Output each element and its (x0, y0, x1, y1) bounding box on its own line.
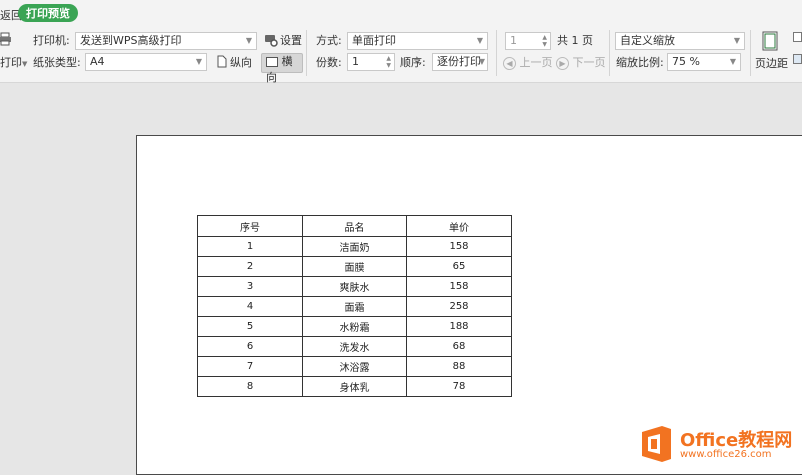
print-mode-select[interactable]: 单面打印 ▼ (347, 32, 488, 50)
table-cell: 8 (197, 376, 303, 397)
table-row: 8 身体乳 78 (197, 376, 512, 397)
table-cell: 洁面奶 (302, 236, 407, 257)
copies-stepper[interactable]: 1 ▲ ▼ (347, 53, 395, 71)
chevron-down-icon: ▼ (733, 36, 740, 45)
paper-type-value: A4 (90, 55, 105, 68)
chevron-down-icon: ▼ (476, 36, 483, 45)
table-row: 6 洗发水 68 (197, 336, 512, 357)
table-cell: 爽肤水 (302, 276, 407, 297)
print-button-label: 打印 (0, 56, 22, 69)
order-label: 顺序: (400, 56, 426, 69)
table-header-row: 序号 品名 单价 (197, 215, 512, 237)
landscape-button[interactable]: 横向 (261, 53, 303, 84)
zoom-ratio-select[interactable]: 75 % ▼ (667, 53, 741, 71)
prev-page-button[interactable]: ◀ 上一页 (503, 56, 553, 70)
column-header-index: 序号 (197, 215, 303, 237)
group-divider (306, 30, 307, 76)
table-row: 2 面膜 65 (197, 256, 512, 277)
tab-print-preview[interactable]: 打印预览 (18, 4, 78, 22)
page-number-value: 1 (510, 34, 517, 47)
table-cell: 158 (406, 276, 512, 297)
next-page-label: 下一页 (572, 56, 606, 69)
table-row: 1 洁面奶 158 (197, 236, 512, 257)
portrait-button[interactable]: 纵向 (230, 56, 252, 70)
paper-type-label: 纸张类型: (33, 56, 81, 69)
table-cell: 5 (197, 316, 303, 337)
ribbon-toolbar: 打印▼ 打印机: 发送到WPS高级打印 ▼ 设置 纸张类型: A4 ▼ 纵向 横… (0, 26, 802, 84)
table-cell: 188 (406, 316, 512, 337)
total-pages-label: 共 1 页 (557, 34, 593, 47)
spinner-arrows-icon: ▲ ▼ (386, 55, 391, 69)
preview-table: 序号 品名 单价 1 洁面奶 158 2 面膜 65 3 爽肤水 158 4 面霜 258 5水… (197, 215, 512, 397)
chevron-down-icon: ▼ (478, 57, 485, 66)
zoom-mode-select[interactable]: 自定义缩放 ▼ (615, 32, 745, 50)
table-cell: 1 (197, 236, 303, 257)
table-cell: 3 (197, 276, 303, 297)
page-number-input[interactable]: 1 ▲ ▼ (505, 32, 551, 50)
group-divider (609, 30, 610, 76)
table-cell: 6 (197, 336, 303, 357)
preview-page: 序号 品名 单价 1 洁面奶 158 2 面膜 65 3 爽肤水 158 4 面霜 258 5水… (136, 135, 802, 475)
arrow-left-icon: ◀ (503, 57, 516, 70)
table-cell: 面膜 (302, 256, 407, 277)
print-mode-value: 单面打印 (352, 34, 396, 47)
chevron-down-icon: ▼ (22, 60, 28, 68)
spinner-arrows-icon: ▲ ▼ (542, 34, 547, 48)
zoom-ratio-value: 75 % (672, 55, 700, 68)
table-cell: 7 (197, 356, 303, 377)
column-header-product: 品名 (302, 215, 407, 237)
table-row: 5 水粉霜 188 (197, 316, 512, 337)
print-order-value: 逐份打印 (437, 55, 481, 68)
table-row: 7 沐浴露 88 (197, 356, 512, 377)
zoom-mode-value: 自定义缩放 (620, 34, 675, 47)
group-divider (750, 30, 751, 76)
table-row: 4 面霜 258 (197, 296, 512, 317)
table-cell: 65 (406, 256, 512, 277)
portrait-icon (217, 55, 227, 68)
zoom-ratio-label: 缩放比例: (616, 56, 664, 69)
column-header-price: 单价 (406, 215, 512, 237)
next-page-button[interactable]: ▶ 下一页 (556, 56, 606, 70)
table-cell: 2 (197, 256, 303, 277)
chevron-down-icon: ▼ (195, 57, 202, 66)
settings-icon[interactable] (264, 33, 278, 47)
table-cell: 洗发水 (302, 336, 407, 357)
copies-value: 1 (352, 55, 359, 68)
copies-label: 份数: (316, 56, 342, 69)
prev-page-label: 上一页 (519, 56, 553, 69)
printer-select-value: 发送到WPS高级打印 (80, 34, 182, 47)
table-row: 3 爽肤水 158 (197, 276, 512, 297)
chevron-down-icon: ▼ (729, 57, 736, 66)
print-button[interactable]: 打印▼ (0, 56, 27, 71)
table-cell: 沐浴露 (302, 356, 407, 377)
printer-label: 打印机: (33, 34, 70, 47)
chevron-down-icon: ▼ (245, 36, 252, 45)
page-setup-icon[interactable] (793, 32, 802, 42)
printer-select[interactable]: 发送到WPS高级打印 ▼ (75, 32, 257, 50)
margins-button[interactable]: 页边距 (755, 57, 788, 71)
table-cell: 4 (197, 296, 303, 317)
arrow-right-icon: ▶ (556, 57, 569, 70)
group-divider (496, 30, 497, 76)
watermark-url: www.office26.com (680, 449, 772, 460)
paper-type-select[interactable]: A4 ▼ (85, 53, 207, 71)
mode-label: 方式: (316, 34, 342, 47)
table-cell: 面霜 (302, 296, 407, 317)
landscape-icon (266, 57, 278, 67)
margins-icon[interactable] (762, 31, 778, 51)
header-footer-icon[interactable] (793, 54, 802, 64)
table-cell: 身体乳 (302, 376, 407, 397)
table-cell: 78 (406, 376, 512, 397)
table-cell: 68 (406, 336, 512, 357)
print-order-select[interactable]: 逐份打印 ▼ (432, 53, 488, 71)
table-cell: 88 (406, 356, 512, 377)
watermark: Office教程网 www.office26.com (638, 425, 802, 465)
settings-button[interactable]: 设置 (280, 34, 302, 48)
office-logo-icon (638, 425, 674, 463)
top-bar: 返回 打印预览 (0, 0, 802, 26)
printer-icon[interactable] (0, 32, 12, 46)
table-cell: 水粉霜 (302, 316, 407, 337)
table-cell: 258 (406, 296, 512, 317)
table-cell: 158 (406, 236, 512, 257)
